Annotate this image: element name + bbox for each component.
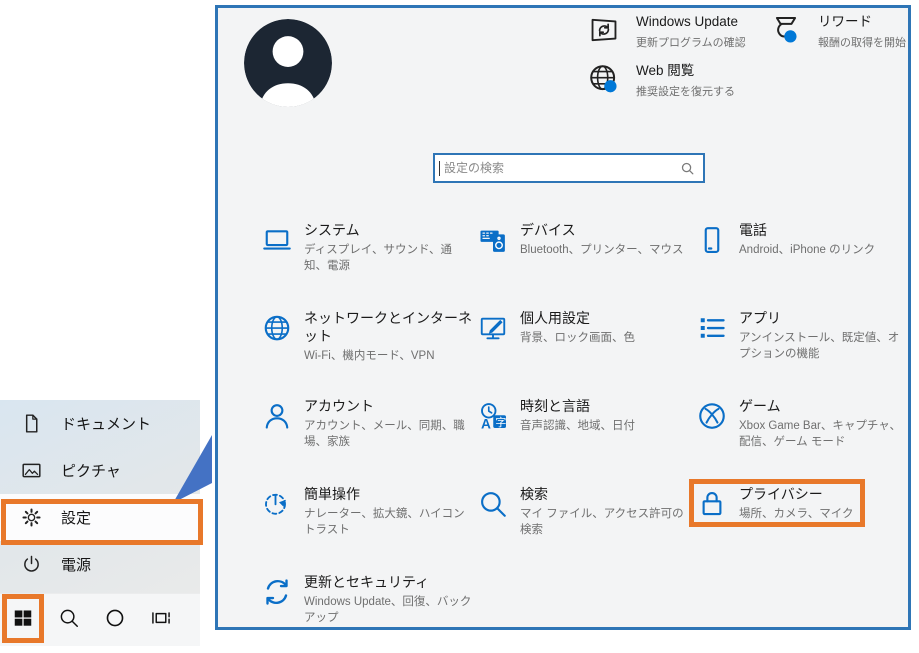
personalization-icon xyxy=(478,313,508,343)
web-icon xyxy=(588,63,620,95)
sidebar-item-documents[interactable]: ドキュメント xyxy=(0,400,200,447)
sidebar-item-settings[interactable]: 設定 xyxy=(0,494,200,541)
gaming-icon xyxy=(697,401,727,431)
tile-personalization[interactable]: 個人用設定 背景、ロック画面、色 xyxy=(474,301,693,389)
tile-title: 検索 xyxy=(520,485,688,503)
tile-title: アプリ xyxy=(739,309,906,327)
quick-action-windows-update[interactable]: Windows Update 更新プログラムの確認 xyxy=(588,14,770,50)
network-icon xyxy=(262,313,292,343)
tile-ease-of-access[interactable]: 簡単操作 ナレーター、拡大鏡、ハイコントラスト xyxy=(258,477,474,565)
search-icon xyxy=(478,489,508,519)
quick-actions: Windows Update 更新プログラムの確認 リワード 報酬の取得を開始 … xyxy=(588,14,919,99)
taskbar-search-button[interactable] xyxy=(46,594,92,646)
search-icon xyxy=(680,161,695,176)
document-icon xyxy=(21,413,42,434)
system-icon xyxy=(262,225,292,255)
quick-action-web-browsing[interactable]: Web 閲覧 推奨設定を復元する xyxy=(588,63,770,99)
sidebar-item-power[interactable]: 電源 xyxy=(0,541,200,588)
power-icon xyxy=(21,554,42,575)
gear-icon xyxy=(21,507,42,528)
quick-action-subtitle: 報酬の取得を開始 xyxy=(818,34,906,50)
pictures-icon xyxy=(21,460,42,481)
settings-search-box xyxy=(433,153,705,183)
tile-title: ゲーム xyxy=(739,397,906,415)
sidebar-item-pictures[interactable]: ピクチャ xyxy=(0,447,200,494)
phone-icon xyxy=(697,225,727,255)
tile-title: アカウント xyxy=(304,397,472,415)
tile-subtitle: アンインストール、既定値、オプションの機能 xyxy=(739,330,906,362)
tile-title: 個人用設定 xyxy=(520,309,688,327)
tile-subtitle: Windows Update、回復、バックアップ xyxy=(304,594,472,626)
apps-icon xyxy=(697,313,727,343)
taskbar xyxy=(0,593,200,646)
tile-privacy[interactable]: プライバシー 場所、カメラ、マイク xyxy=(693,477,906,565)
tile-subtitle: ナレーター、拡大鏡、ハイコントラスト xyxy=(304,506,472,538)
tile-title: ネットワークとインターネット xyxy=(304,309,472,345)
task-view-icon xyxy=(150,607,172,634)
tile-title: プライバシー xyxy=(739,485,906,503)
task-view-button[interactable] xyxy=(138,594,184,646)
tile-system[interactable]: システム ディスプレイ、サウンド、通知、電源 xyxy=(258,213,474,301)
quick-action-title: リワード xyxy=(818,14,906,31)
update-security-icon xyxy=(262,577,292,607)
taskbar-search-icon xyxy=(58,607,80,634)
tile-subtitle: Wi-Fi、機内モード、VPN xyxy=(304,348,472,364)
menu-item-label: ドキュメント xyxy=(61,413,151,434)
time-language-icon: A字 xyxy=(478,401,508,431)
tile-devices[interactable]: デバイス Bluetooth、プリンター、マウス xyxy=(474,213,693,301)
settings-window: Windows Update 更新プログラムの確認 リワード 報酬の取得を開始 … xyxy=(215,5,911,630)
svg-text:A: A xyxy=(481,416,491,431)
cortana-button[interactable] xyxy=(92,594,138,646)
windows-update-icon xyxy=(588,14,620,46)
tile-subtitle: 場所、カメラ、マイク xyxy=(739,506,906,522)
tile-subtitle: マイ ファイル、アクセス許可の検索 xyxy=(520,506,688,538)
tile-subtitle: ディスプレイ、サウンド、通知、電源 xyxy=(304,242,472,274)
privacy-icon xyxy=(697,489,727,519)
quick-action-rewards[interactable]: リワード 報酬の取得を開始 xyxy=(770,14,919,50)
quick-action-title: Windows Update xyxy=(636,14,746,31)
start-flag-icon xyxy=(12,607,34,634)
tile-title: 簡単操作 xyxy=(304,485,472,503)
menu-item-label: 電源 xyxy=(61,554,91,575)
tile-title: システム xyxy=(304,221,472,239)
tile-gaming[interactable]: ゲーム Xbox Game Bar、キャプチャ、配信、ゲーム モード xyxy=(693,389,906,477)
accounts-icon xyxy=(262,401,292,431)
tile-search[interactable]: 検索 マイ ファイル、アクセス許可の検索 xyxy=(474,477,693,565)
tile-time-language[interactable]: A字 時刻と言語 音声認識、地域、日付 xyxy=(474,389,693,477)
tile-accounts[interactable]: アカウント アカウント、メール、同期、職場、家族 xyxy=(258,389,474,477)
tile-phone[interactable]: 電話 Android、iPhone のリンク xyxy=(693,213,906,301)
tile-subtitle: 背景、ロック画面、色 xyxy=(520,330,688,346)
start-menu: ドキュメント ピクチャ 設定 電源 xyxy=(0,400,200,593)
tile-subtitle: Android、iPhone のリンク xyxy=(739,242,906,258)
devices-icon xyxy=(478,225,508,255)
tile-subtitle: Bluetooth、プリンター、マウス xyxy=(520,242,688,258)
rewards-icon xyxy=(770,14,802,46)
tile-subtitle: 音声認識、地域、日付 xyxy=(520,418,688,434)
ease-of-access-icon xyxy=(262,489,292,519)
cortana-icon xyxy=(104,607,126,634)
tile-subtitle: アカウント、メール、同期、職場、家族 xyxy=(304,418,472,450)
quick-action-subtitle: 更新プログラムの確認 xyxy=(636,34,746,50)
tiles-grid: システム ディスプレイ、サウンド、通知、電源 デバイス Bluetooth、プリ… xyxy=(258,213,906,653)
user-avatar[interactable] xyxy=(244,19,332,107)
quick-action-title: Web 閲覧 xyxy=(636,63,735,80)
settings-search-input[interactable] xyxy=(440,155,680,181)
menu-item-label: ピクチャ xyxy=(61,460,121,481)
menu-item-label: 設定 xyxy=(61,507,91,528)
tile-apps[interactable]: アプリ アンインストール、既定値、オプションの機能 xyxy=(693,301,906,389)
tile-title: デバイス xyxy=(520,221,688,239)
quick-action-subtitle: 推奨設定を復元する xyxy=(636,83,735,99)
tile-subtitle: Xbox Game Bar、キャプチャ、配信、ゲーム モード xyxy=(739,418,906,450)
tile-update-security[interactable]: 更新とセキュリティ Windows Update、回復、バックアップ xyxy=(258,565,474,653)
tile-title: 時刻と言語 xyxy=(520,397,688,415)
tile-network[interactable]: ネットワークとインターネット Wi-Fi、機内モード、VPN xyxy=(258,301,474,389)
tile-title: 更新とセキュリティ xyxy=(304,573,472,591)
svg-text:字: 字 xyxy=(495,415,506,429)
tile-title: 電話 xyxy=(739,221,906,239)
start-button[interactable] xyxy=(0,594,46,646)
